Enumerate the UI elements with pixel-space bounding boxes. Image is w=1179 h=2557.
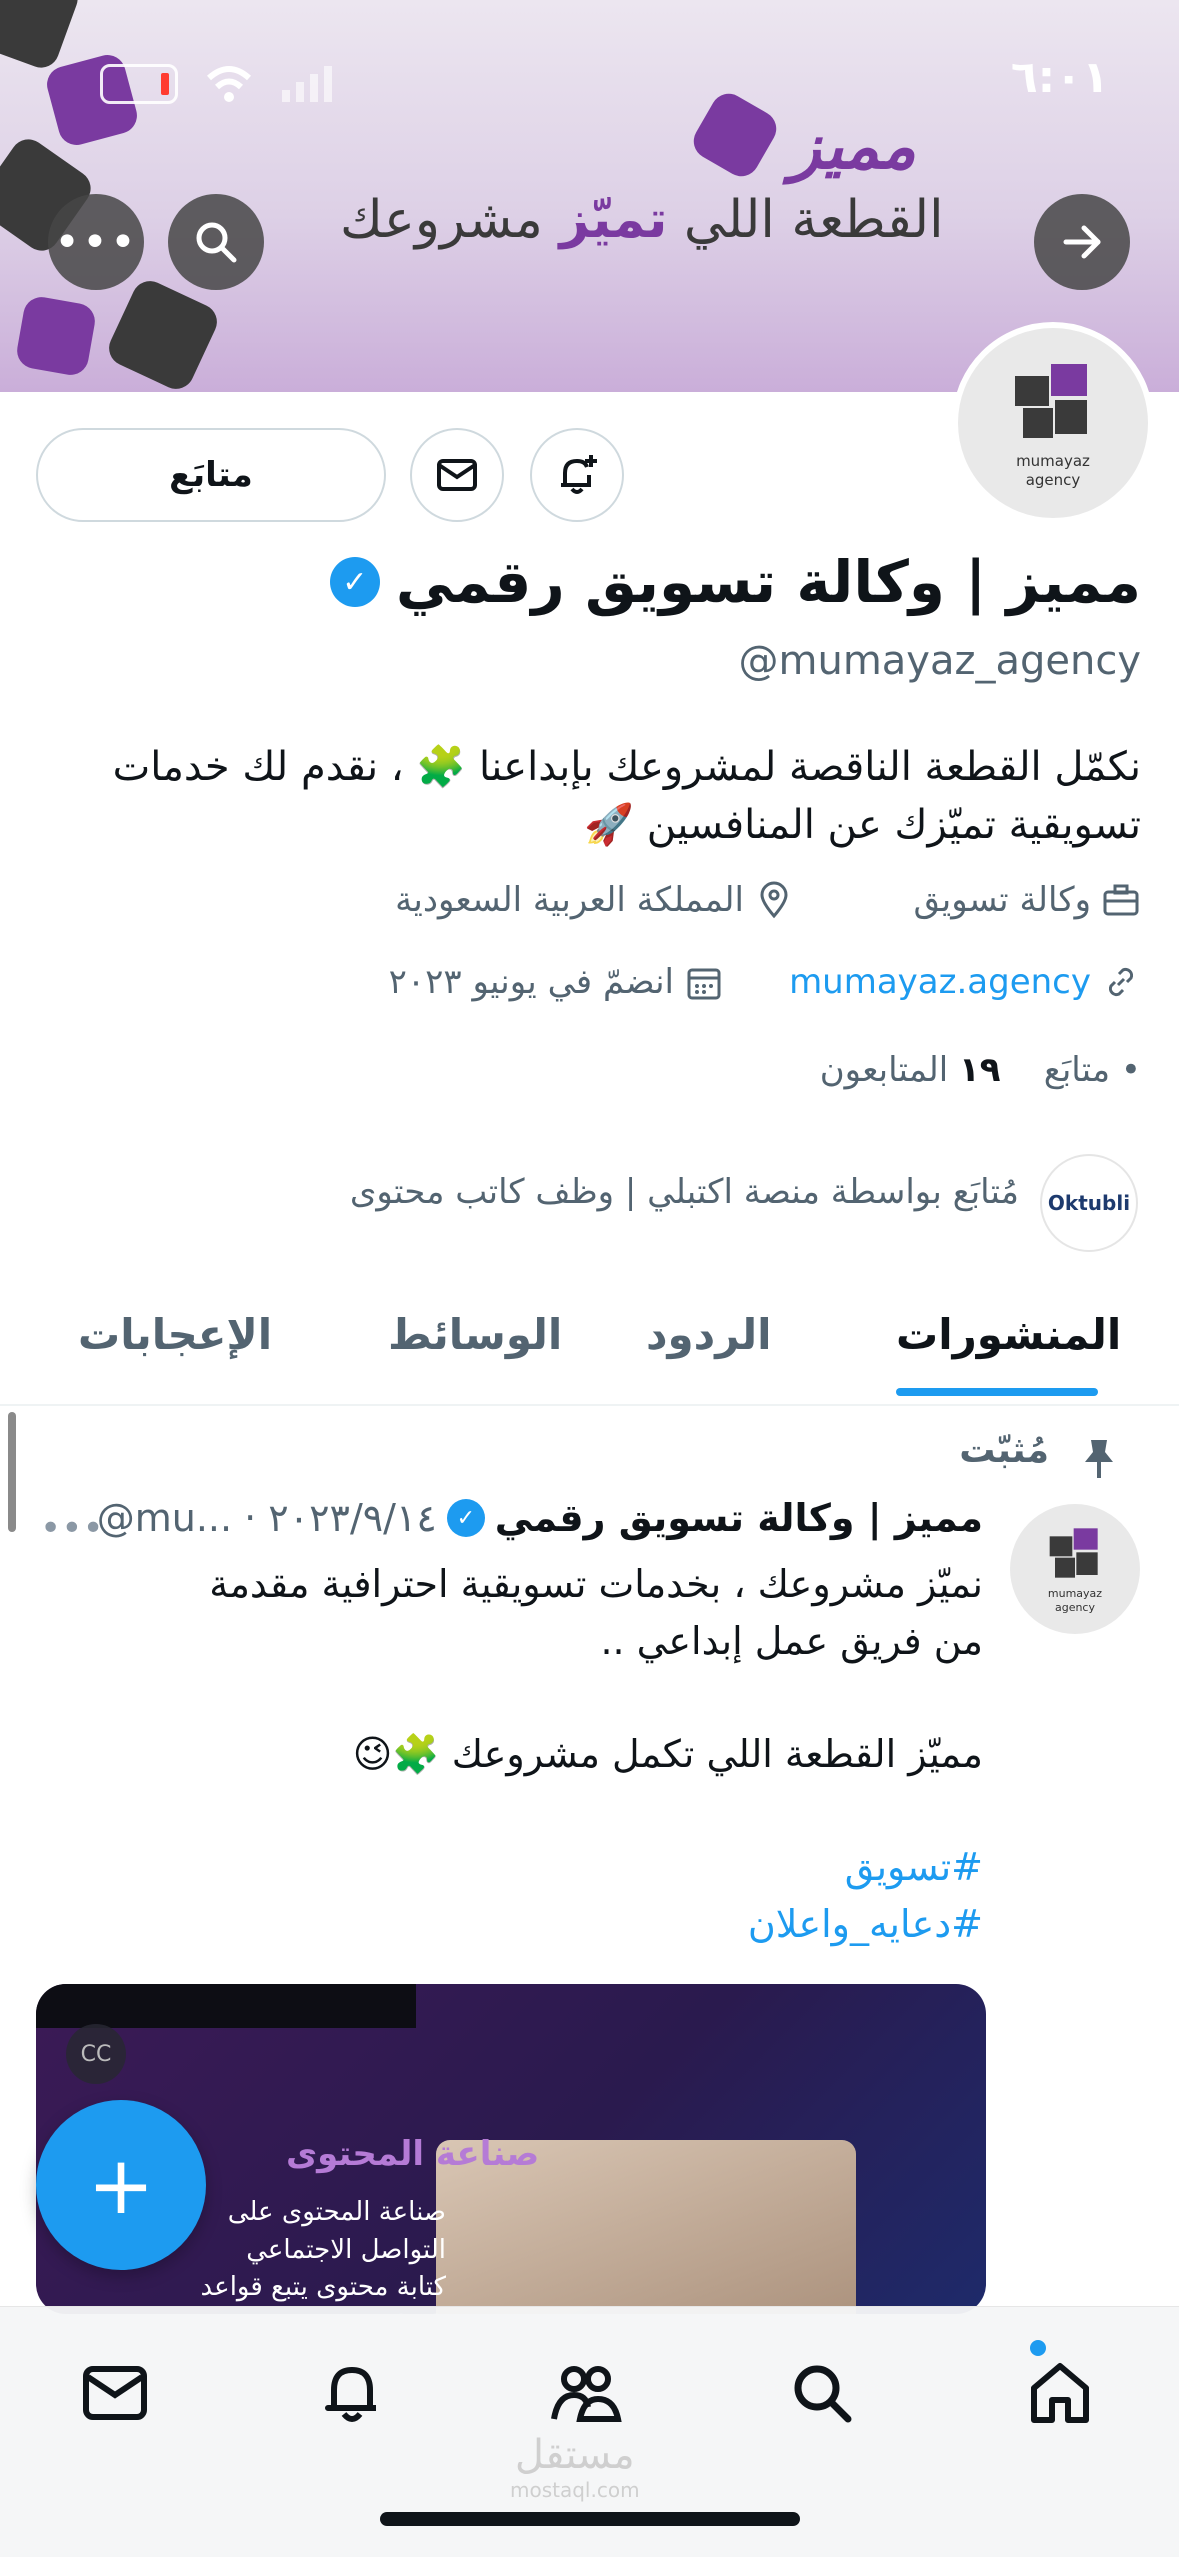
avatar-text: mumayaz agency [1016, 452, 1090, 491]
avatar-line: mumayaz [1047, 1586, 1103, 1600]
more-icon: ••• [54, 216, 138, 268]
nav-messages[interactable] [75, 2353, 155, 2433]
nav-home[interactable] [1020, 2353, 1100, 2433]
following-button[interactable]: متابَع [36, 428, 386, 522]
home-indicator[interactable] [380, 2512, 800, 2526]
location-icon [760, 881, 788, 919]
back-button[interactable] [1034, 194, 1130, 290]
avatar-text: mumayaz agency [1048, 1587, 1102, 1616]
post-body: نميّز مشروعك ، بخدمات تسويقية احترافية م… [203, 1556, 983, 1953]
notifications-icon [325, 2367, 376, 2422]
tagline-text: مشروعك [340, 190, 560, 250]
following-count-link[interactable]: • متابَع [1044, 1050, 1141, 1090]
puzzle-piece-decoration [687, 87, 783, 183]
nav-communities[interactable] [546, 2353, 626, 2433]
profile-category: وكالة تسويق [913, 880, 1141, 920]
banner-tagline: القطعة اللي تميّز مشروعك [340, 190, 944, 250]
arrow-right-icon [1063, 225, 1101, 259]
puzzle-piece-decoration [0, 0, 83, 73]
profile-joined: انضمّ في يونيو ٢٠٢٣ [389, 962, 724, 1002]
post-more-button[interactable]: ••• [40, 1508, 104, 1549]
status-icons [100, 64, 340, 104]
profile-website[interactable]: mumayaz.agency [789, 962, 1141, 1002]
watermark-ar: مستقل [514, 2432, 635, 2478]
puzzle-piece-decoration [103, 275, 223, 392]
nav-notifications[interactable] [312, 2353, 392, 2433]
mail-icon [437, 459, 477, 491]
profile-banner[interactable]: مميز القطعة اللي تميّز مشروعك ٦:٠١ ••• [0, 0, 1179, 392]
search-icon [196, 222, 237, 263]
media-title: صناعة المحتوى [286, 2134, 540, 2174]
scroll-indicator [8, 1412, 16, 1532]
more-button[interactable]: ••• [48, 194, 144, 290]
avatar-line: agency [1025, 471, 1081, 489]
pinned-label: مُثبّت [959, 1430, 1049, 1471]
post-header: مميز | وكالة تسويق رقمي ✓ @mu... · ٢٠٢٣/… [97, 1496, 983, 1540]
avatar-line: mumayaz [1016, 451, 1090, 470]
website-link[interactable]: mumayaz.agency [789, 962, 1091, 1002]
bell-plus-icon [561, 455, 597, 494]
post-text-line: نميّز مشروعك ، بخدمات تسويقية احترافية م… [209, 1562, 983, 1663]
banner-brand: مميز [790, 110, 916, 184]
watermark-en: mostaql.com [510, 2478, 640, 2502]
hashtag-link[interactable]: #تسويق [203, 1839, 983, 1896]
post-author-avatar[interactable]: mumayaz agency [1010, 1504, 1140, 1634]
puzzle-logo-icon [1049, 1528, 1098, 1578]
puzzle-piece-decoration [14, 294, 98, 378]
calendar-icon [687, 968, 721, 1000]
tab-media[interactable]: الوسائط [388, 1310, 562, 1359]
wifi-icon [206, 66, 252, 102]
battery-icon [100, 64, 178, 104]
profile-avatar[interactable]: mumayaz agency [952, 322, 1154, 524]
profile-handle: @mumayaz_agency [738, 638, 1142, 684]
followers-count: ١٩ [958, 1050, 1001, 1090]
category-text: وكالة تسويق [913, 880, 1091, 920]
hashtag-link[interactable]: #دعايه_واعلان [203, 1896, 983, 1953]
search-button[interactable] [168, 194, 264, 290]
tagline-text: القطعة اللي [667, 190, 944, 250]
post-text-line: مميّز القطعة اللي تكمل مشروعك 🧩😉 [352, 1732, 983, 1776]
tab-likes[interactable]: الإعجابات [78, 1310, 272, 1359]
profile-name: مميز | وكالة تسويق رقمي [395, 548, 1141, 616]
avatar-line: agency [1054, 1601, 1095, 1614]
profile-bio: نكمّل القطعة الناقصة لمشروعك بإبداعنا 🧩 … [112, 744, 1141, 848]
media-dark-strip [36, 1984, 416, 2028]
message-button[interactable] [410, 428, 504, 522]
pin-icon [1079, 1436, 1119, 1484]
profile-counts: • متابَع ١٩ المتابعون [820, 1050, 1141, 1090]
verified-icon: ✓ [329, 557, 380, 607]
captions-icon[interactable]: CC [66, 2024, 126, 2084]
watermark: مستقل mostaql.com [510, 2432, 640, 2502]
followed-by-text[interactable]: مُتابَع بواسطة منصة اكتبلي | وظف كاتب مح… [350, 1172, 1019, 1212]
profile-location: المملكة العربية السعودية [395, 880, 794, 920]
home-icon [1031, 2363, 1089, 2423]
post-meta: @mu... · ٢٠٢٣/٩/١٤ [96, 1496, 437, 1540]
joined-text: انضمّ في يونيو ٢٠٢٣ [388, 962, 674, 1002]
media-subtitle: صناعة المحتوى على التواصل الاجتماعي كتاب… [200, 2197, 446, 2314]
followers-label: المتابعون [819, 1050, 949, 1090]
following-label: متابَع [1043, 1050, 1111, 1090]
followed-by-avatar[interactable]: Oktubli [1040, 1154, 1138, 1252]
people-icon [551, 2366, 622, 2422]
followers-count-link[interactable]: ١٩ المتابعون [820, 1050, 1001, 1090]
notify-button[interactable] [530, 428, 624, 522]
nav-search[interactable] [782, 2353, 862, 2433]
post-author-name[interactable]: مميز | وكالة تسويق رقمي [495, 1496, 983, 1540]
tab-active-indicator [896, 1388, 1098, 1396]
home-unread-dot [1030, 2340, 1046, 2356]
location-text: المملكة العربية السعودية [395, 880, 744, 920]
signal-icon [282, 66, 332, 102]
compose-button[interactable]: + [36, 2100, 206, 2270]
mail-icon [83, 2366, 147, 2420]
search-icon [794, 2365, 852, 2423]
tab-replies[interactable]: الردود [646, 1310, 772, 1359]
briefcase-icon [1103, 884, 1139, 916]
profile-name-row: ✓ مميز | وكالة تسويق رقمي [329, 548, 1141, 616]
puzzle-logo-icon [1015, 363, 1087, 438]
link-icon [1108, 967, 1134, 997]
status-time: ٦:٠١ [1010, 52, 1109, 103]
tab-posts[interactable]: المنشورات [896, 1310, 1121, 1359]
verified-icon: ✓ [446, 1499, 485, 1537]
tagline-highlight: تميّز [559, 190, 668, 250]
